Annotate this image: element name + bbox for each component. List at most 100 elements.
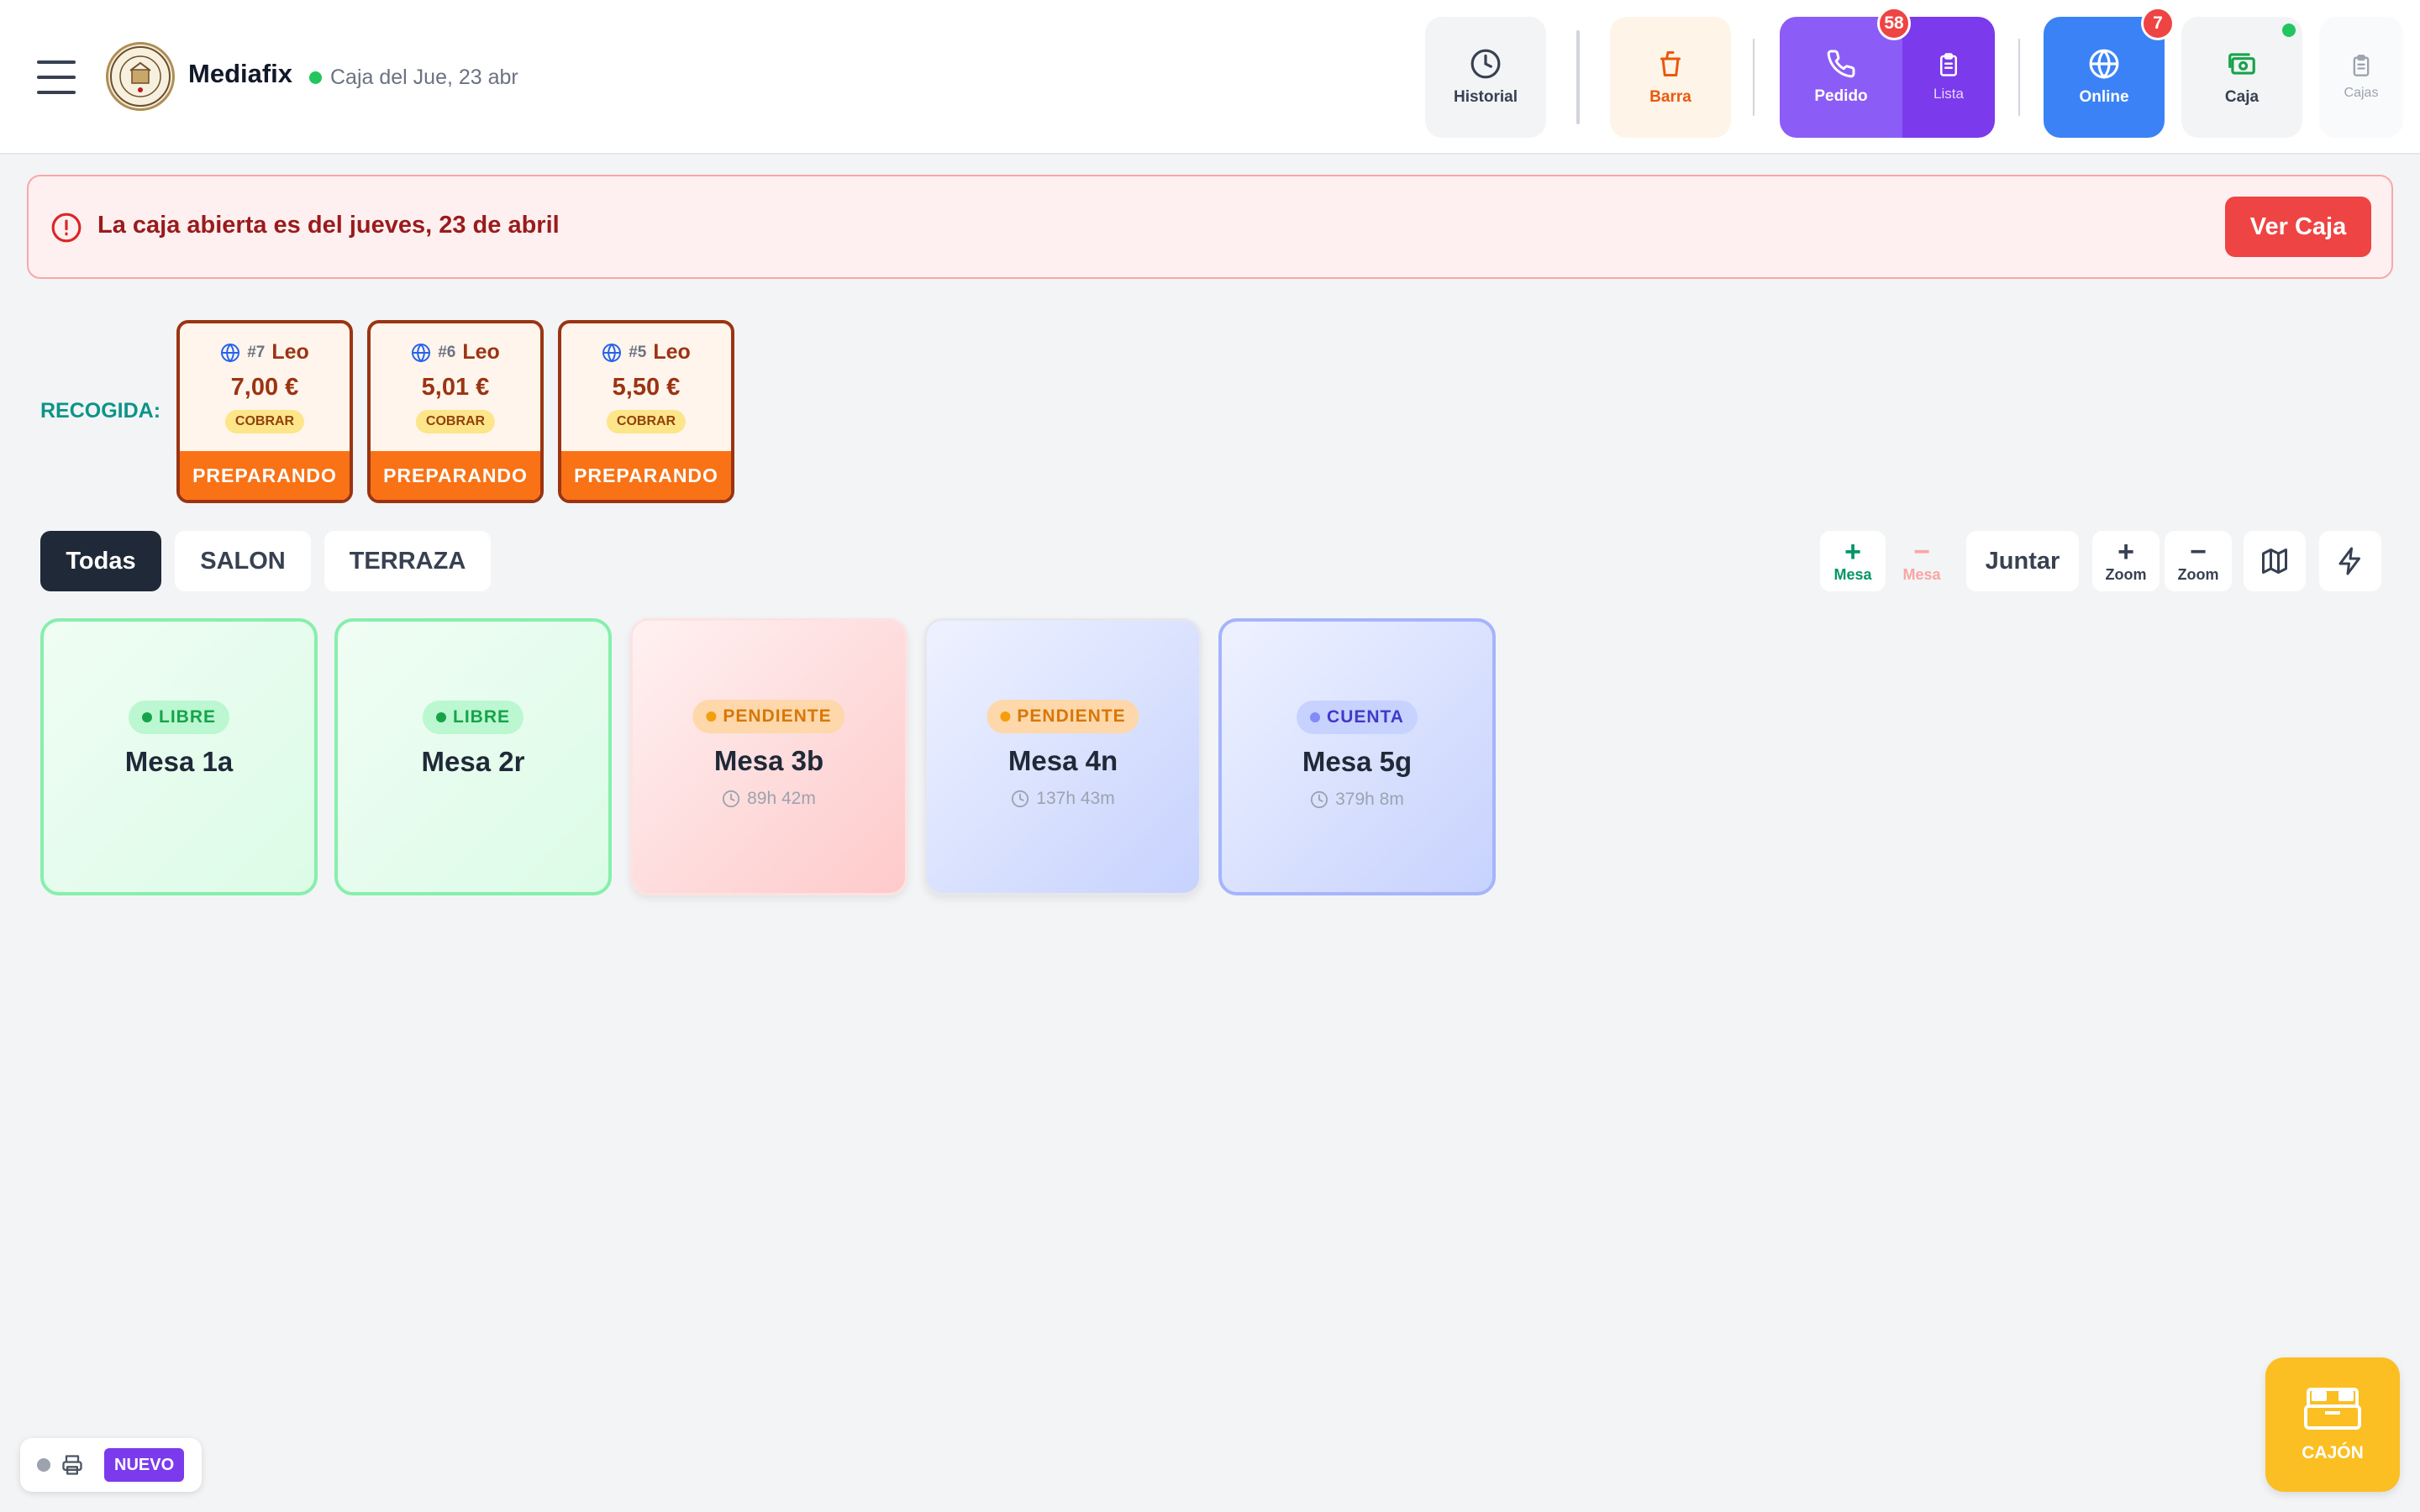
cash-icon [2228,53,2255,75]
plus-icon: + [1844,535,1861,568]
pedido-count-badge: 58 [1877,7,1911,40]
lista-button[interactable]: Lista [1902,17,1995,138]
mesa-card[interactable]: PENDIENTE Mesa 4n 137h 43m [924,618,1202,895]
header-divider [2018,39,2020,116]
clipboard-icon [1940,53,1957,76]
alert-circle-icon [51,213,82,243]
cajon-label: CAJÓN [2302,1443,2364,1462]
customer-name: Leo [271,340,309,364]
quick-action-button[interactable] [2319,531,2381,591]
pickup-order-card[interactable]: #7 Leo 7,00 € COBRAR PREPARANDO [176,320,353,503]
caja-date-alert: La caja abierta es del jueves, 23 de abr… [27,175,2393,279]
mesa-card[interactable]: PENDIENTE Mesa 3b 89h 42m [630,618,908,895]
mesa-name: Mesa 2r [421,746,525,777]
cobrar-badge: COBRAR [415,410,496,433]
alert-message: La caja abierta es del jueves, 23 de abr… [97,212,560,239]
mesa-card[interactable]: LIBRE Mesa 1a [40,618,318,895]
globe-icon [2089,49,2119,80]
tab-terraza[interactable]: TERRAZA [324,531,491,591]
online-count-badge: 7 [2141,7,2175,40]
order-status: PREPARANDO [371,451,540,500]
mesa-name: Mesa 5g [1302,746,1413,777]
clipboard-icon [2353,55,2370,76]
pickup-order-card[interactable]: #6 Leo 5,01 € COBRAR PREPARANDO [367,320,544,503]
map-icon [2262,549,2287,574]
restaurant-logo [106,42,175,111]
nuevo-button[interactable]: NUEVO [104,1448,185,1482]
elapsed-time: 379h 8m [1222,790,1492,810]
customer-name: Leo [462,340,500,364]
zoom-out-label: Zoom [2177,565,2219,583]
mesa-name: Mesa 3b [713,745,824,776]
cobrar-badge: COBRAR [224,410,305,433]
barra-button[interactable]: Barra [1610,17,1731,138]
order-number: #6 [438,343,456,361]
phone-icon [1827,50,1855,78]
clock-icon [1012,790,1029,808]
tab-salon[interactable]: SALON [175,531,311,591]
pickup-order-card[interactable]: #5 Leo 5,50 € COBRAR PREPARANDO [558,320,734,503]
ver-caja-button[interactable]: Ver Caja [2225,197,2371,257]
status-text: LIBRE [159,707,216,727]
globe-icon [221,343,240,363]
elapsed-time-text: 89h 42m [747,789,816,808]
order-number: #7 [247,343,266,361]
clock-icon [1470,49,1501,79]
zoom-in-button[interactable]: + Zoom [2092,531,2160,591]
cobrar-badge: COBRAR [606,410,687,433]
plus-icon: + [2118,535,2134,568]
juntar-button[interactable]: Juntar [1966,531,2079,591]
caja-label: Caja [2224,88,2260,106]
juntar-label: Juntar [1985,547,2060,575]
status-badge: PENDIENTE [986,700,1139,733]
printer-status-bar: NUEVO [20,1438,202,1492]
status-dot [309,71,322,84]
pedido-label: Pedido [1814,87,1868,105]
minus-icon: − [1913,535,1930,568]
customer-name: Leo [653,340,691,364]
status-badge: CUENTA [1297,701,1418,734]
remove-mesa-button[interactable]: − Mesa [1889,531,1954,591]
cajas-button[interactable]: Cajas [2319,17,2403,138]
zoom-out-button[interactable]: − Zoom [2165,531,2232,591]
status-text: LIBRE [453,707,510,727]
add-mesa-label: Mesa [1833,565,1872,583]
printer-status-dot [37,1458,50,1472]
cup-icon [1660,51,1681,76]
historial-button[interactable]: Historial [1425,17,1546,138]
menu-icon[interactable] [37,60,76,94]
recogida-label: RECOGIDA: [40,399,161,423]
header-divider [1576,30,1580,124]
printer-icon[interactable] [60,1453,84,1477]
clock-icon [1311,790,1328,809]
status-badge: PENDIENTE [692,700,845,733]
order-status: PREPARANDO [561,451,731,500]
mesa-name: Mesa 1a [124,746,234,777]
status-badge: LIBRE [129,701,229,734]
clock-icon [723,790,740,808]
status-badge: LIBRE [423,701,523,734]
barra-label: Barra [1649,88,1691,106]
top-bar: Mediafix Caja del Jue, 23 abr Historial … [0,0,2420,155]
caja-open-indicator [2282,24,2296,37]
order-price: 7,00 € [230,374,299,401]
elapsed-time: 137h 43m [927,789,1199,809]
lista-label: Lista [1933,86,1964,102]
add-mesa-button[interactable]: + Mesa [1820,531,1886,591]
mesa-card[interactable]: LIBRE Mesa 2r [334,618,612,895]
status-text: CUENTA [1327,707,1404,727]
mesa-name: Mesa 4n [1007,745,1118,776]
caja-status: Caja del Jue, 23 abr [309,66,518,90]
cajon-button[interactable]: CAJÓN [2265,1357,2400,1492]
globe-icon [602,343,622,363]
status-text: PENDIENTE [1017,706,1126,726]
cajas-label: Cajas [2344,86,2379,100]
elapsed-time-text: 137h 43m [1036,789,1115,808]
elapsed-time-text: 379h 8m [1335,790,1404,809]
order-number: #5 [629,343,647,361]
map-view-button[interactable] [2244,531,2306,591]
tab-todas[interactable]: Todas [40,531,161,591]
mesa-card[interactable]: CUENTA Mesa 5g 379h 8m [1218,618,1496,895]
globe-icon [412,343,431,363]
order-price: 5,01 € [421,374,490,401]
